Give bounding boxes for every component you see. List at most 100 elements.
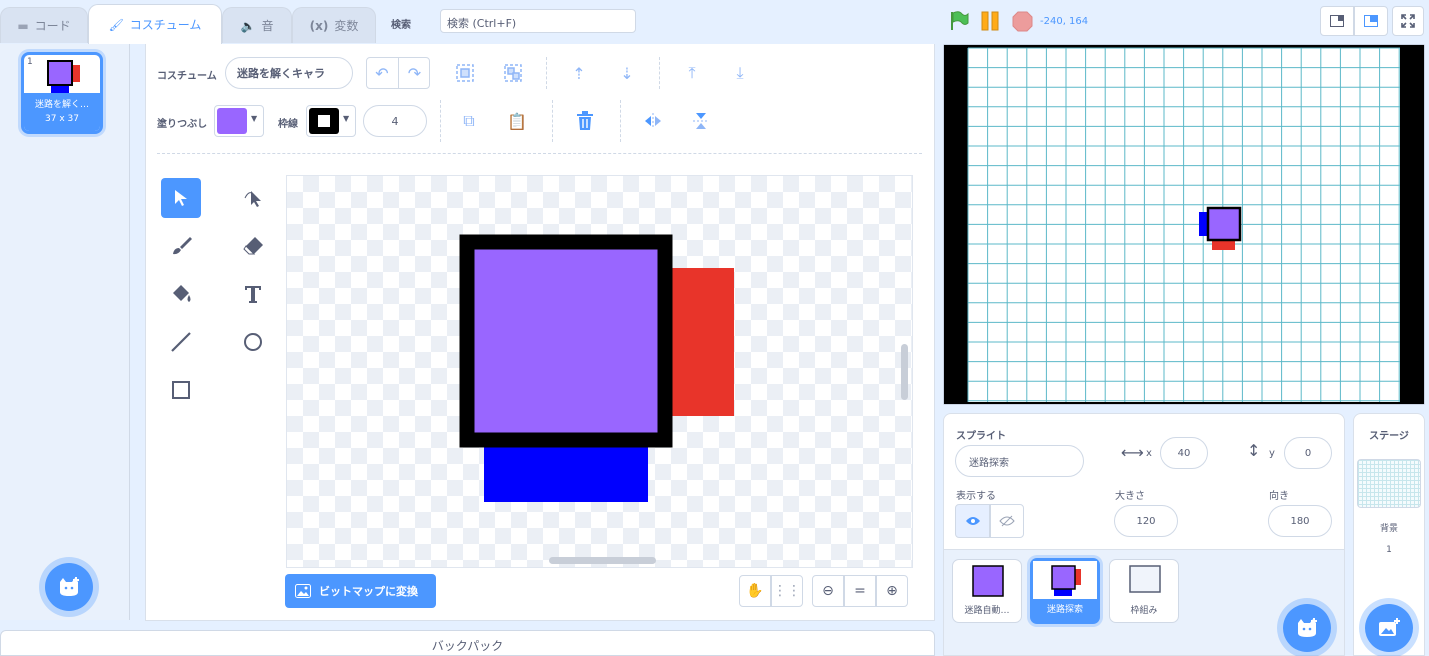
- rectangle-tool[interactable]: [161, 370, 201, 410]
- costume-thumbnail: [47, 60, 80, 93]
- backdrop-thumbnail[interactable]: [1357, 459, 1421, 508]
- zoom-in-button[interactable]: ⊕: [876, 575, 908, 607]
- direction-value: 180: [1290, 515, 1310, 527]
- ungroup-button[interactable]: [500, 60, 526, 86]
- fullscreen-button[interactable]: [1392, 6, 1424, 36]
- green-flag-button[interactable]: [948, 10, 970, 32]
- tab-costumes[interactable]: 🖌 コスチューム: [88, 4, 222, 44]
- show-label: 表示する: [956, 491, 996, 502]
- zoom-out-button[interactable]: ⊖: [812, 575, 844, 607]
- y-input[interactable]: 0: [1284, 437, 1332, 469]
- small-stage-button[interactable]: [1320, 6, 1354, 36]
- toolbar-divider: [546, 57, 547, 89]
- search-input[interactable]: 検索 (Ctrl+F): [440, 9, 636, 33]
- costume-name-input[interactable]: 迷路を解くキャラ: [225, 57, 353, 89]
- tab-variables-label: 変数: [334, 19, 359, 33]
- x-input[interactable]: 40: [1160, 437, 1208, 469]
- search-label: 検索: [391, 20, 411, 31]
- fullscreen-icon: [1401, 14, 1415, 28]
- paste-icon: 📋: [507, 111, 527, 131]
- normal-stage-button[interactable]: [1354, 6, 1388, 36]
- show-button[interactable]: [955, 504, 990, 538]
- reshape-tool[interactable]: [233, 178, 273, 218]
- vertical-scrollbar[interactable]: [901, 344, 908, 400]
- outline-swatch: [309, 108, 339, 134]
- convert-bitmap-button[interactable]: ビットマップに変換: [285, 574, 436, 608]
- paste-button[interactable]: 📋: [504, 108, 530, 134]
- text-tool[interactable]: [233, 274, 273, 314]
- forward-button[interactable]: ⇡: [566, 60, 592, 86]
- red-rectangle: [671, 268, 734, 416]
- stage[interactable]: [944, 45, 1424, 404]
- undo-button[interactable]: ↶: [366, 57, 398, 89]
- variable-icon: (x): [309, 18, 329, 33]
- zoom-reset-button[interactable]: =: [844, 575, 876, 607]
- copy-button[interactable]: ⧉: [456, 108, 482, 134]
- trash-icon: [577, 111, 593, 130]
- ungroup-icon: [504, 64, 522, 82]
- normal-stage-icon: [1364, 15, 1378, 27]
- line-icon: [171, 332, 191, 352]
- brush-tool[interactable]: [161, 226, 201, 266]
- costume-size: 37 x 37: [45, 114, 79, 124]
- backdrop-label: 背景: [1379, 524, 1398, 534]
- backward-button[interactable]: ⇣: [614, 60, 640, 86]
- delete-button[interactable]: [572, 107, 598, 135]
- front-icon: ⤒: [688, 63, 696, 82]
- sprite-label: スプライト: [956, 431, 1006, 442]
- sprite-card[interactable]: 枠組み: [1109, 559, 1179, 623]
- size-value: 120: [1136, 515, 1156, 527]
- fill-tool[interactable]: [161, 274, 201, 314]
- fill-swatch: [217, 108, 247, 134]
- sprite-card[interactable]: 迷路自動…: [952, 559, 1022, 623]
- small-stage-icon: [1330, 15, 1344, 27]
- stop-button[interactable]: [1012, 11, 1033, 32]
- sprite-name-value: 迷路探索: [969, 457, 1009, 469]
- fill-label: 塗りつぶし: [157, 119, 208, 130]
- backpack-bar[interactable]: バックパック: [0, 630, 935, 656]
- mode-toggle-button[interactable]: ⋮⋮: [771, 575, 803, 607]
- toolbar-divider: [620, 100, 621, 142]
- paint-bucket-icon: [173, 285, 191, 302]
- fill-color-picker[interactable]: ▼: [214, 105, 264, 137]
- redo-button[interactable]: ↷: [398, 57, 430, 89]
- tab-sounds[interactable]: 🔈 音: [222, 7, 292, 43]
- code-icon: ▬: [17, 18, 29, 33]
- front-button[interactable]: ⤒: [679, 60, 705, 86]
- group-button[interactable]: [452, 60, 478, 86]
- size-label: 大きさ: [1115, 491, 1145, 502]
- direction-input[interactable]: 180: [1268, 505, 1332, 537]
- circle-tool[interactable]: [233, 322, 273, 362]
- sprite-name-input[interactable]: 迷路探索: [955, 445, 1084, 477]
- pause-button[interactable]: [981, 11, 1001, 31]
- flip-vertical-icon: [693, 113, 709, 129]
- mouse-coordinates: -240, 164: [1040, 16, 1089, 27]
- outline-width-input[interactable]: 4: [363, 105, 427, 137]
- brush-icon: [173, 237, 192, 255]
- back-button[interactable]: ⤓: [727, 60, 753, 86]
- outline-color-picker[interactable]: ▼: [306, 105, 356, 137]
- eraser-tool[interactable]: [233, 226, 273, 266]
- sprite-card-selected[interactable]: 迷路探索: [1030, 558, 1100, 624]
- y-label: y: [1269, 448, 1275, 459]
- hide-button[interactable]: [990, 504, 1024, 538]
- mouse-pan-button[interactable]: ✋: [739, 575, 771, 607]
- costume-item-1[interactable]: 1 迷路を解く… 37 x 37: [21, 52, 103, 134]
- choose-sprite-button[interactable]: [1283, 604, 1331, 652]
- choose-costume-button[interactable]: [45, 563, 93, 611]
- brush-icon: 🖌: [108, 17, 124, 32]
- size-input[interactable]: 120: [1114, 505, 1178, 537]
- choose-backdrop-button[interactable]: [1365, 604, 1413, 652]
- toolbar-divider: [659, 57, 660, 89]
- outline-label: 枠線: [278, 119, 298, 130]
- line-tool[interactable]: [161, 322, 201, 362]
- flip-horizontal-button[interactable]: [640, 108, 666, 134]
- tab-code[interactable]: ▬ コード: [0, 7, 88, 43]
- tab-variables[interactable]: (x) 変数: [292, 7, 376, 43]
- backpack-label: バックパック: [431, 639, 504, 653]
- flip-vertical-button[interactable]: [688, 108, 714, 134]
- undo-icon: ↶: [375, 63, 389, 83]
- paint-canvas[interactable]: [286, 175, 913, 568]
- horizontal-scrollbar[interactable]: [549, 557, 656, 564]
- select-tool[interactable]: [161, 178, 201, 218]
